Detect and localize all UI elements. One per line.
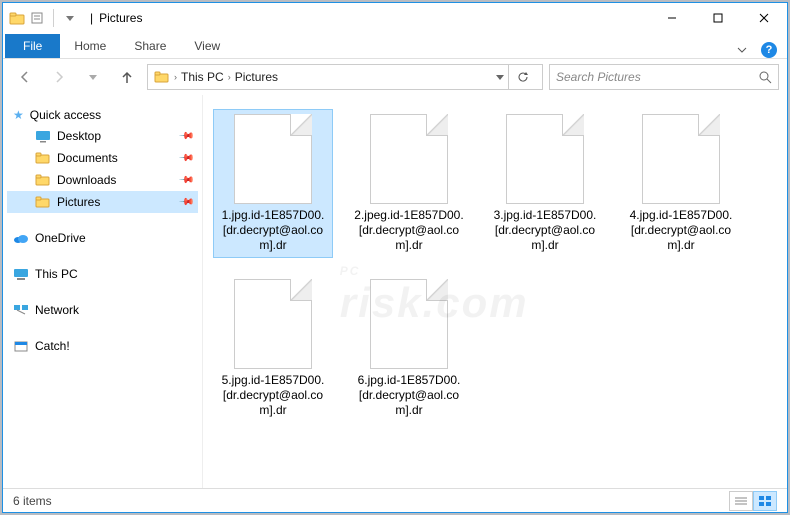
nav-network[interactable]: Network: [7, 299, 198, 321]
pin-icon: 📌: [177, 128, 194, 145]
search-input[interactable]: Search Pictures: [549, 64, 779, 90]
file-item[interactable]: 1.jpg.id-1E857D00.[dr.decrypt@aol.com].d…: [213, 109, 333, 258]
nav-documents[interactable]: Documents📌: [7, 147, 198, 169]
file-thumbnail: [370, 279, 448, 369]
file-name: 3.jpg.id-1E857D00.[dr.decrypt@aol.com].d…: [490, 208, 600, 253]
file-name: 5.jpg.id-1E857D00.[dr.decrypt@aol.com].d…: [218, 373, 328, 418]
nav-catch[interactable]: Catch!: [7, 335, 198, 357]
window-title: |Pictures: [90, 11, 142, 25]
item-count: 6 items: [13, 494, 52, 508]
star-icon: ★: [13, 108, 24, 122]
pin-icon: 📌: [177, 150, 194, 167]
nav-pane: ★ Quick access Desktop📌 Documents📌 Downl…: [3, 95, 203, 488]
thumbnails-view-button[interactable]: [753, 491, 777, 511]
help-icon[interactable]: ?: [761, 42, 777, 58]
catch-icon: [13, 338, 29, 354]
file-item[interactable]: 3.jpg.id-1E857D00.[dr.decrypt@aol.com].d…: [485, 109, 605, 258]
quick-access-toolbar: [3, 9, 84, 27]
search-placeholder: Search Pictures: [556, 70, 641, 84]
file-item[interactable]: 6.jpg.id-1E857D00.[dr.decrypt@aol.com].d…: [349, 274, 469, 423]
breadcrumb-dropdown-icon[interactable]: [496, 73, 504, 81]
forward-button[interactable]: [45, 65, 73, 89]
file-tab[interactable]: File: [5, 34, 60, 58]
close-button[interactable]: [741, 3, 787, 33]
nav-onedrive[interactable]: OneDrive: [7, 227, 198, 249]
file-item[interactable]: 5.jpg.id-1E857D00.[dr.decrypt@aol.com].d…: [213, 274, 333, 423]
onedrive-icon: [13, 230, 29, 246]
folder-icon: [35, 172, 51, 188]
desktop-icon: [35, 128, 51, 144]
crumb-thispc[interactable]: This PC: [181, 70, 224, 84]
details-view-button[interactable]: [729, 491, 753, 511]
folder-icon: [9, 10, 25, 26]
nav-desktop[interactable]: Desktop📌: [7, 125, 198, 147]
status-bar: 6 items: [3, 488, 787, 512]
file-list[interactable]: 1.jpg.id-1E857D00.[dr.decrypt@aol.com].d…: [203, 95, 787, 488]
qat-dropdown-icon[interactable]: [62, 10, 78, 26]
tab-share[interactable]: Share: [120, 34, 180, 58]
file-name: 2.jpeg.id-1E857D00.[dr.decrypt@aol.com].…: [354, 208, 464, 253]
file-thumbnail: [234, 114, 312, 204]
nav-thispc[interactable]: This PC: [7, 263, 198, 285]
chevron-right-icon[interactable]: ›: [174, 72, 177, 82]
nav-downloads[interactable]: Downloads📌: [7, 169, 198, 191]
chevron-right-icon[interactable]: ›: [228, 72, 231, 82]
network-icon: [13, 302, 29, 318]
file-thumbnail: [642, 114, 720, 204]
thispc-icon: [13, 266, 29, 282]
pin-icon: 📌: [177, 194, 194, 211]
ribbon: File Home Share View ?: [3, 33, 787, 59]
file-item[interactable]: 2.jpeg.id-1E857D00.[dr.decrypt@aol.com].…: [349, 109, 469, 258]
up-button[interactable]: [113, 65, 141, 89]
folder-small-icon: [154, 69, 170, 85]
pin-icon: 📌: [177, 172, 194, 189]
tab-view[interactable]: View: [180, 34, 234, 58]
folder-icon: [35, 194, 51, 210]
properties-icon[interactable]: [29, 10, 45, 26]
expand-ribbon-icon[interactable]: [737, 45, 747, 55]
address-bar-row: › This PC › Pictures Search Pictures: [3, 59, 787, 95]
minimize-button[interactable]: [649, 3, 695, 33]
breadcrumb[interactable]: › This PC › Pictures: [147, 64, 543, 90]
search-icon[interactable]: [758, 70, 772, 84]
main-area: ★ Quick access Desktop📌 Documents📌 Downl…: [3, 95, 787, 488]
file-item[interactable]: 4.jpg.id-1E857D00.[dr.decrypt@aol.com].d…: [621, 109, 741, 258]
file-name: 6.jpg.id-1E857D00.[dr.decrypt@aol.com].d…: [354, 373, 464, 418]
tab-home[interactable]: Home: [60, 34, 120, 58]
file-name: 4.jpg.id-1E857D00.[dr.decrypt@aol.com].d…: [626, 208, 736, 253]
back-button[interactable]: [11, 65, 39, 89]
file-thumbnail: [506, 114, 584, 204]
nav-quick-access[interactable]: ★ Quick access: [7, 105, 198, 125]
maximize-button[interactable]: [695, 3, 741, 33]
folder-icon: [35, 150, 51, 166]
file-name: 1.jpg.id-1E857D00.[dr.decrypt@aol.com].d…: [218, 208, 328, 253]
refresh-button[interactable]: [508, 65, 536, 89]
file-thumbnail: [370, 114, 448, 204]
titlebar: |Pictures: [3, 3, 787, 33]
explorer-window: PCrisk.com |Pictures File Home Shar: [2, 2, 788, 513]
crumb-pictures[interactable]: Pictures: [235, 70, 278, 84]
nav-pictures[interactable]: Pictures📌: [7, 191, 198, 213]
recent-dropdown-icon[interactable]: [79, 65, 107, 89]
file-thumbnail: [234, 279, 312, 369]
